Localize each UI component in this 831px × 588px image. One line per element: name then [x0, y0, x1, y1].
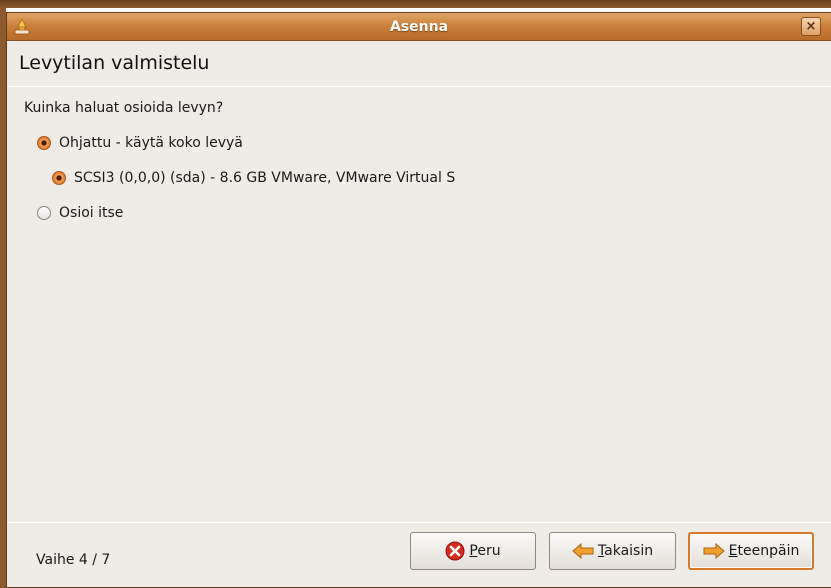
radio-unselected-icon[interactable] — [37, 206, 51, 220]
step-indicator: Vaihe 4 / 7 — [36, 552, 111, 568]
forward-label: Eteenpäin — [728, 543, 800, 559]
radio-selected-icon[interactable] — [37, 136, 51, 150]
close-icon[interactable]: × — [801, 17, 821, 36]
radio-label-disk: SCSI3 (0,0,0) (sda) - 8.6 GB VMware, VMw… — [74, 170, 456, 186]
cancel-icon — [445, 541, 465, 561]
title-bar[interactable]: Asenna × — [7, 13, 831, 41]
footer-divider — [7, 522, 831, 523]
arrow-left-icon — [572, 543, 594, 559]
cancel-button[interactable]: Peru — [410, 532, 536, 570]
back-label: Takaisin — [597, 543, 654, 559]
radio-label-guided: Ohjattu - käytä koko levyä — [59, 135, 243, 151]
heading-divider — [7, 86, 831, 87]
forward-button[interactable]: Eteenpäin — [688, 532, 814, 570]
arrow-right-icon — [703, 543, 725, 559]
radio-guided-whole-disk[interactable]: Ohjattu - käytä koko levyä — [37, 135, 243, 151]
window-title: Asenna — [389, 19, 449, 35]
partition-question: Kuinka haluat osioida levyn? — [24, 100, 224, 116]
installer-window: Asenna × Levytilan valmistelu Kuinka hal… — [6, 12, 831, 588]
radio-disk-sda[interactable]: SCSI3 (0,0,0) (sda) - 8.6 GB VMware, VMw… — [52, 170, 455, 186]
desktop-top-edge — [0, 0, 831, 8]
radio-label-manual: Osioi itse — [59, 205, 124, 221]
content-area: Levytilan valmistelu Kuinka haluat osioi… — [7, 42, 831, 588]
radio-selected-icon[interactable] — [52, 171, 66, 185]
radio-manual-partition[interactable]: Osioi itse — [37, 205, 123, 221]
back-button[interactable]: Takaisin — [549, 532, 676, 570]
page-title: Levytilan valmistelu — [19, 52, 210, 74]
cancel-label: Peru — [469, 543, 501, 559]
